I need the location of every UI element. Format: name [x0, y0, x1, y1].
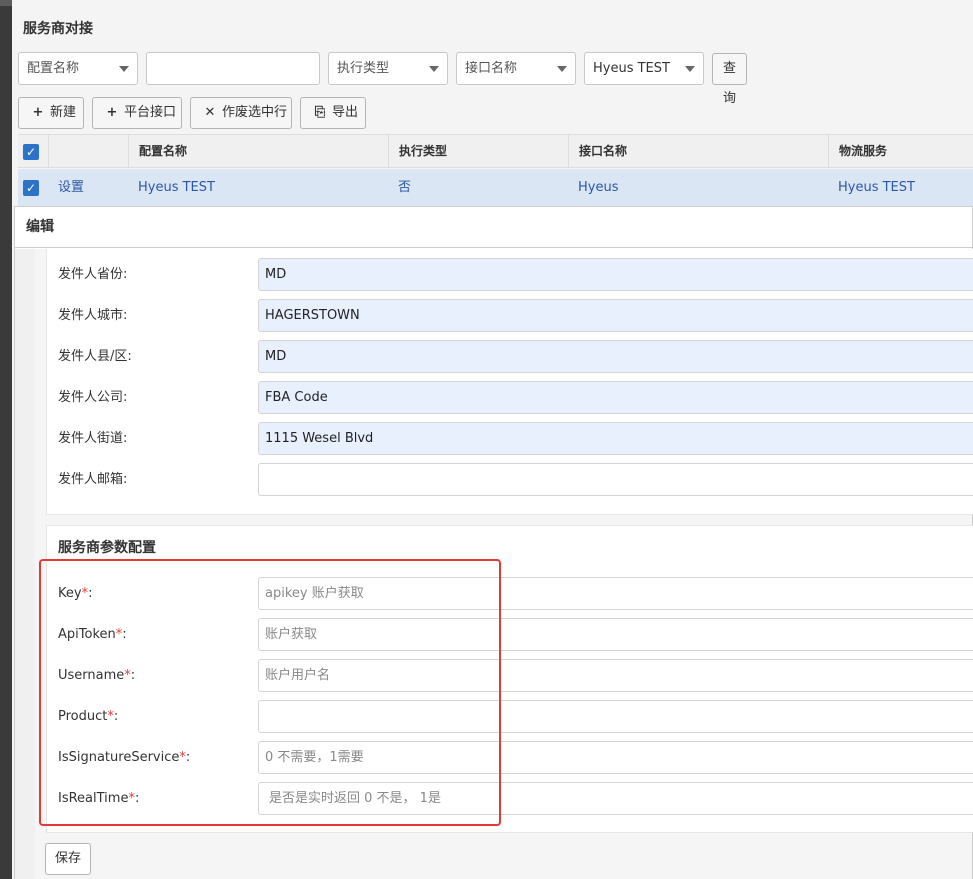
username-label: Username*: [58, 668, 136, 683]
signature-service-input[interactable]: 0 不需要，1需要 [258, 741, 973, 774]
sender-province-label: 发件人省份: [58, 267, 128, 282]
username-row: Username*: 账户用户名 [47, 659, 973, 692]
platform-api-button[interactable]: + 平台接口 [92, 97, 182, 129]
chevron-down-icon [429, 66, 439, 72]
export-button-label: 导出 [332, 105, 359, 120]
signature-service-label: IsSignatureService*: [58, 750, 191, 765]
header-api-name[interactable]: 接口名称 [568, 135, 828, 167]
header-service[interactable]: 物流服务 [828, 135, 973, 167]
export-icon: ⎘ [314, 105, 326, 120]
sender-company-row: 发件人公司: FBA Code [47, 381, 973, 414]
params-section-title: 服务商参数配置 [58, 540, 156, 556]
sender-email-field[interactable] [258, 463, 973, 496]
sender-company-field[interactable]: FBA Code [258, 381, 973, 414]
select-all-checkbox[interactable]: ✓ [23, 144, 39, 160]
api-name-select-label: 接口名称 [465, 61, 518, 76]
sender-province-row: 发件人省份: MD [47, 258, 973, 291]
dialog-body: 发件人省份: MD 发件人城市: HAGERSTOWN 发件人县/区: MD 发… [15, 249, 973, 879]
service-select-label: Hyeus TEST [593, 61, 670, 76]
row-api-name: Hyeus [578, 180, 619, 195]
api-name-select[interactable]: 接口名称 [456, 52, 576, 85]
sender-city-label: 发件人城市: [58, 308, 128, 323]
new-button-label: 新建 [50, 105, 77, 120]
sender-city-row: 发件人城市: HAGERSTOWN [47, 299, 973, 332]
sender-email-label: 发件人邮箱: [58, 472, 128, 487]
header-config-name[interactable]: 配置名称 [128, 135, 388, 167]
close-icon: ✕ [204, 105, 216, 120]
sender-province-field[interactable]: MD [258, 258, 973, 291]
exec-type-select[interactable]: 执行类型 [328, 52, 448, 85]
export-button[interactable]: ⎘ 导出 [300, 97, 366, 129]
product-row: Product*: [47, 700, 973, 733]
row-checkbox[interactable]: ✓ [23, 180, 39, 196]
save-button[interactable]: 保存 [45, 843, 91, 875]
chevron-down-icon [119, 66, 129, 72]
platform-api-button-label: 平台接口 [124, 105, 177, 120]
grid-header: ✓ 配置名称 执行类型 接口名称 物流服务 [18, 134, 973, 168]
sender-county-field[interactable]: MD [258, 340, 973, 373]
row-config-name: Hyeus TEST [138, 180, 215, 195]
void-selected-button-label: 作废选中行 [222, 105, 288, 120]
sender-city-field[interactable]: HAGERSTOWN [258, 299, 973, 332]
apitoken-row: ApiToken*: 账户获取 [47, 618, 973, 651]
username-input[interactable]: 账户用户名 [258, 659, 973, 692]
key-row: Key*: apikey 账户获取 [47, 577, 973, 610]
signature-service-row: IsSignatureService*: 0 不需要，1需要 [47, 741, 973, 774]
dialog-title: 编辑 [15, 207, 972, 248]
sender-street-row: 发件人街道: 1115 Wesel Blvd [47, 422, 973, 455]
new-button[interactable]: + 新建 [18, 97, 84, 129]
service-select[interactable]: Hyeus TEST [584, 52, 704, 85]
header-spacer [48, 135, 128, 167]
row-exec-type: 否 [398, 180, 412, 195]
chevron-down-icon [557, 66, 567, 72]
row-settings-link[interactable]: 设置 [48, 169, 128, 207]
header-exec-type[interactable]: 执行类型 [388, 135, 568, 167]
apitoken-input[interactable]: 账户获取 [258, 618, 973, 651]
query-button[interactable]: 查询 [712, 53, 748, 106]
sender-card: 发件人省份: MD 发件人城市: HAGERSTOWN 发件人县/区: MD 发… [46, 249, 973, 515]
sender-email-row: 发件人邮箱: [47, 463, 973, 496]
panel-title: 服务商对接 [23, 21, 93, 37]
row-service: Hyeus TEST [838, 180, 915, 195]
chevron-down-icon [685, 66, 695, 72]
realtime-label: IsRealTime*: [58, 791, 140, 806]
void-selected-button[interactable]: ✕ 作废选中行 [190, 97, 292, 129]
dialog-gutter [15, 249, 35, 879]
sender-county-label: 发件人县/区: [58, 349, 132, 364]
params-card: 服务商参数配置 Key*: apikey 账户获取 ApiToken*: 账户获… [46, 525, 973, 833]
sender-county-row: 发件人县/区: MD [47, 340, 973, 373]
realtime-row: IsRealTime*: 是否是实时返回 0 不是， 1是 [47, 782, 973, 815]
sender-street-field[interactable]: 1115 Wesel Blvd [258, 422, 973, 455]
product-input[interactable] [258, 700, 973, 733]
key-label: Key*: [58, 586, 93, 601]
config-name-select[interactable]: 配置名称 [18, 52, 138, 85]
plus-icon: + [106, 105, 118, 120]
key-input[interactable]: apikey 账户获取 [258, 577, 973, 610]
table-row[interactable]: ✓ 设置 Hyeus TEST 否 Hyeus Hyeus TEST [18, 169, 973, 207]
filter-text-input[interactable] [146, 52, 320, 85]
apitoken-label: ApiToken*: [58, 627, 127, 642]
sender-company-label: 发件人公司: [58, 390, 128, 405]
plus-icon: + [32, 105, 44, 120]
sender-street-label: 发件人街道: [58, 431, 128, 446]
product-label: Product*: [58, 709, 119, 724]
realtime-input[interactable]: 是否是实时返回 0 不是， 1是 [258, 782, 973, 815]
edit-dialog: 编辑 发件人省份: MD 发件人城市: HAGERSTOWN 发件人县/区: M… [14, 206, 973, 879]
config-name-select-label: 配置名称 [27, 61, 80, 76]
exec-type-select-label: 执行类型 [337, 61, 390, 76]
